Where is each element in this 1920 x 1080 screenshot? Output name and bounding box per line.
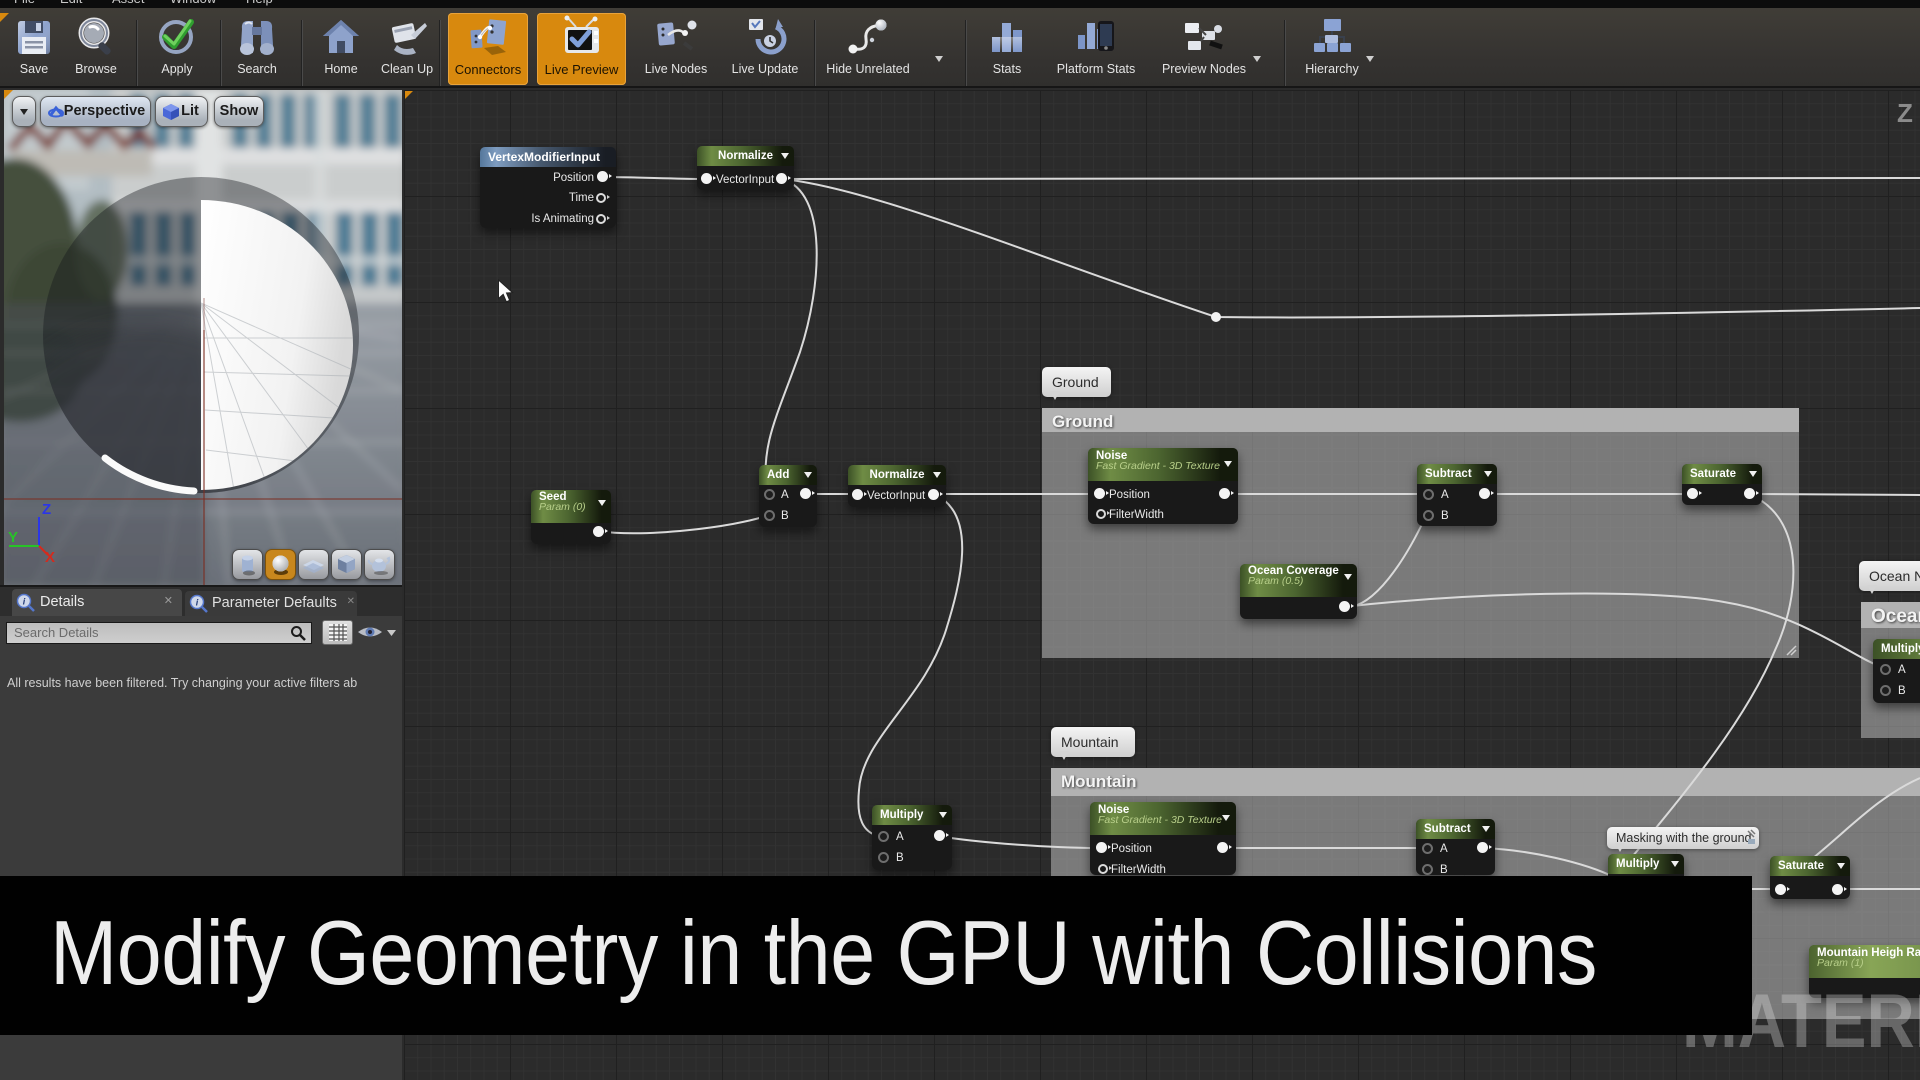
svg-text:X: X: [45, 549, 55, 566]
svg-text:Z: Z: [42, 501, 51, 518]
svg-text:Y: Y: [8, 529, 18, 546]
